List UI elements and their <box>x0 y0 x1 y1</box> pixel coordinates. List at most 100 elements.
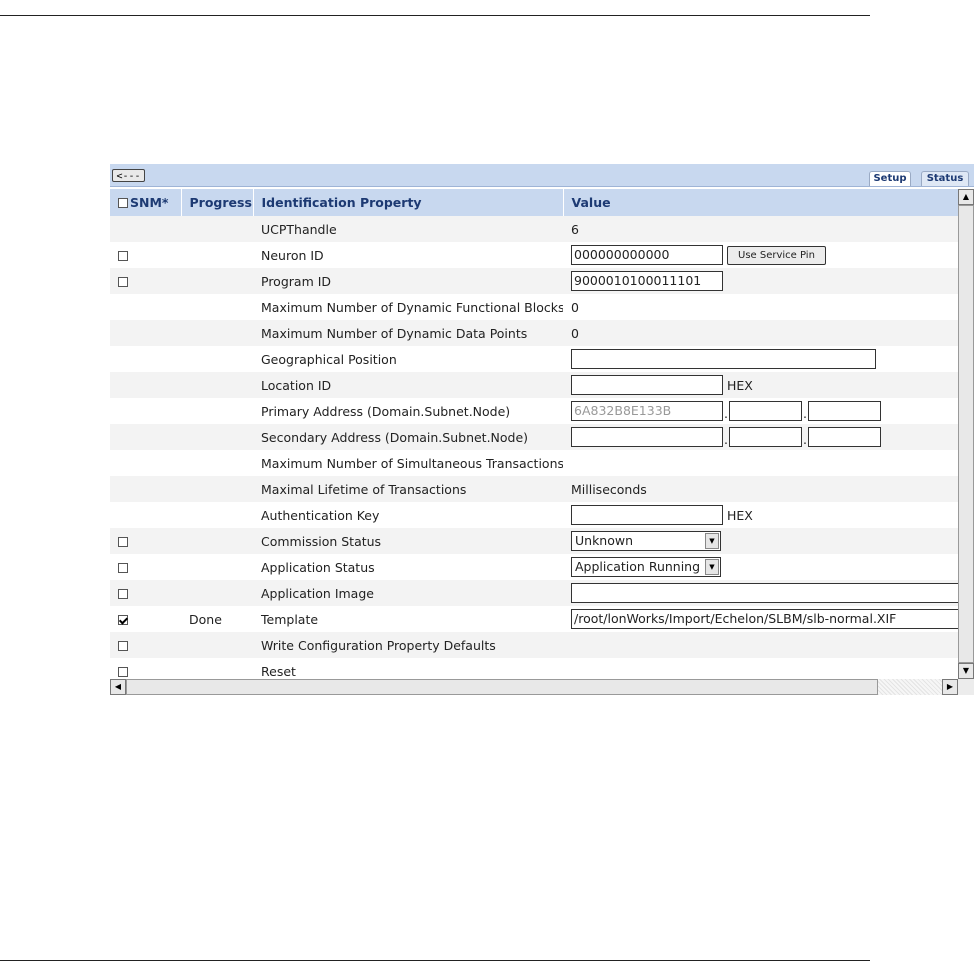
location-id-field[interactable] <box>571 375 723 395</box>
progress-cell <box>181 502 253 528</box>
horizontal-scroll-thumb[interactable] <box>126 679 878 695</box>
secondary-node-field[interactable] <box>808 427 881 447</box>
template-snm-checkbox[interactable] <box>118 615 128 625</box>
property-label: Template <box>253 606 563 632</box>
snm-cell <box>110 580 181 606</box>
template-path-field[interactable]: /root/lonWorks/Import/Echelon/SLBM/slb-n… <box>571 609 958 629</box>
toolbar: <--- Setup Status <box>110 164 974 187</box>
application-status-value: Application Running <box>575 559 701 574</box>
properties-grid: SNM* Progress Identification Property Va… <box>110 189 958 679</box>
secondary-subnet-field[interactable] <box>729 427 802 447</box>
property-label: Reset <box>253 658 563 679</box>
snm-cell <box>110 450 181 476</box>
value-text <box>563 450 958 476</box>
scroll-right-icon[interactable]: ▶ <box>942 679 958 695</box>
vertical-scroll-thumb[interactable] <box>958 205 974 663</box>
value-text: 0 <box>563 320 958 346</box>
value-cell: 6A832B8E133B.. <box>563 398 958 424</box>
value-cell: HEX <box>563 372 958 398</box>
snm-cell <box>110 554 181 580</box>
property-label: Location ID <box>253 372 563 398</box>
application-image-field[interactable] <box>571 583 958 603</box>
tab-status[interactable]: Status <box>921 171 969 186</box>
table-row: Secondary Address (Domain.Subnet.Node) .… <box>110 424 958 450</box>
dropdown-arrow-icon[interactable]: ▼ <box>705 559 719 575</box>
program-id-snm-checkbox[interactable] <box>118 277 128 287</box>
property-label: UCPThandle <box>253 216 563 242</box>
neuron-id-field[interactable]: 000000000000 <box>571 245 723 265</box>
value-cell: 000000000000 Use Service Pin <box>563 242 958 268</box>
application-status-snm-checkbox[interactable] <box>118 563 128 573</box>
vertical-scrollbar[interactable]: ▲ ▼ <box>958 189 974 679</box>
property-label: Maximum Number of Dynamic Functional Blo… <box>253 294 563 320</box>
value-cell: HEX <box>563 502 958 528</box>
tab-setup[interactable]: Setup <box>869 171 911 186</box>
scroll-up-icon[interactable]: ▲ <box>958 189 974 205</box>
progress-cell <box>181 554 253 580</box>
application-status-select[interactable]: Application Running ▼ <box>571 557 721 577</box>
select-all-checkbox[interactable] <box>118 198 128 208</box>
top-rule <box>0 15 870 16</box>
back-button[interactable]: <--- <box>112 169 145 182</box>
neuron-id-snm-checkbox[interactable] <box>118 251 128 261</box>
table-row: Maximum Number of Simultaneous Transacti… <box>110 450 958 476</box>
dropdown-arrow-icon[interactable]: ▼ <box>705 533 719 549</box>
scroll-down-icon[interactable]: ▼ <box>958 663 974 679</box>
horizontal-scrollbar[interactable]: ◀ ▶ <box>110 679 958 695</box>
commission-status-select[interactable]: Unknown ▼ <box>571 531 721 551</box>
property-label: Secondary Address (Domain.Subnet.Node) <box>253 424 563 450</box>
table-row: Location ID HEX <box>110 372 958 398</box>
progress-status: Done <box>181 606 253 632</box>
commission-status-snm-checkbox[interactable] <box>118 537 128 547</box>
value-cell <box>563 658 958 679</box>
primary-domain-field[interactable]: 6A832B8E133B <box>571 401 723 421</box>
snm-cell <box>110 398 181 424</box>
commission-status-value: Unknown <box>575 533 634 548</box>
value-cell: Unknown ▼ <box>563 528 958 554</box>
progress-cell <box>181 242 253 268</box>
snm-cell <box>110 216 181 242</box>
property-label: Authentication Key <box>253 502 563 528</box>
use-service-pin-button[interactable]: Use Service Pin <box>727 245 826 265</box>
application-image-snm-checkbox[interactable] <box>118 589 128 599</box>
authentication-key-field[interactable] <box>571 505 723 525</box>
progress-cell <box>181 216 253 242</box>
property-label: Maximal Lifetime of Transactions <box>253 476 563 502</box>
value-cell: Application Running ▼ <box>563 554 958 580</box>
snm-cell <box>110 346 181 372</box>
value-header: Value <box>563 189 958 216</box>
table-row: Maximum Number of Dynamic Functional Blo… <box>110 294 958 320</box>
snm-cell <box>110 424 181 450</box>
snm-cell <box>110 320 181 346</box>
property-label: Application Status <box>253 554 563 580</box>
progress-cell <box>181 450 253 476</box>
snm-cell <box>110 372 181 398</box>
snm-cell <box>110 502 181 528</box>
hex-unit-label: HEX <box>727 507 753 523</box>
primary-node-field[interactable] <box>808 401 881 421</box>
table-row: Done Template /root/lonWorks/Import/Eche… <box>110 606 958 632</box>
program-id-field[interactable]: 9000010100011101 <box>571 271 723 291</box>
snm-cell <box>110 606 181 632</box>
table-row: Neuron ID 000000000000 Use Service Pin <box>110 242 958 268</box>
progress-cell <box>181 398 253 424</box>
progress-cell <box>181 346 253 372</box>
secondary-domain-field[interactable] <box>571 427 723 447</box>
table-row: Primary Address (Domain.Subnet.Node) 6A8… <box>110 398 958 424</box>
scrollbar-corner <box>958 679 974 695</box>
geographical-position-field[interactable] <box>571 349 876 369</box>
write-cp-defaults-snm-checkbox[interactable] <box>118 641 128 651</box>
identification-panel: <--- Setup Status SNM* Progress Identifi… <box>110 164 974 696</box>
scroll-left-icon[interactable]: ◀ <box>110 679 126 695</box>
property-label: Program ID <box>253 268 563 294</box>
progress-header: Progress <box>181 189 254 216</box>
primary-subnet-field[interactable] <box>729 401 802 421</box>
property-label: Geographical Position <box>253 346 563 372</box>
value-cell: /root/lonWorks/Import/Echelon/SLBM/slb-n… <box>563 606 958 632</box>
snm-cell <box>110 632 181 658</box>
reset-snm-checkbox[interactable] <box>118 667 128 677</box>
property-label: Primary Address (Domain.Subnet.Node) <box>253 398 563 424</box>
snm-header: SNM* <box>110 189 182 216</box>
snm-cell <box>110 658 181 679</box>
value-cell <box>563 346 958 372</box>
